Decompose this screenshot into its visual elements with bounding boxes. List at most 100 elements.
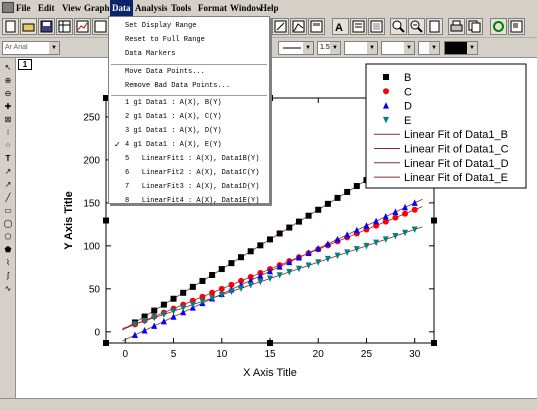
data-menu-item[interactable]: Data Markers <box>109 48 269 60</box>
data-point <box>160 301 167 308</box>
data-menu-item[interactable]: 8 LinearFit4 : A(X), Data1E(Y) <box>109 195 269 207</box>
x-tick-label: 30 <box>409 349 421 360</box>
data-menu-item[interactable]: Reset to Full Range <box>109 34 269 46</box>
data-point <box>363 222 370 229</box>
data-point <box>151 322 158 329</box>
data-point <box>267 236 273 243</box>
x-tick-label: 5 <box>171 349 177 360</box>
data-menu-item[interactable]: Set Display Range <box>109 20 269 32</box>
x-tick-label: 20 <box>313 349 325 360</box>
data-menu-item[interactable]: 5 LinearFit1 : A(X), Data1B(Y) <box>109 153 269 165</box>
data-point <box>209 289 216 296</box>
data-menu-item[interactable]: 3 g1 Data1 : A(X), D(Y) <box>109 125 269 137</box>
selection-handle <box>431 340 437 346</box>
data-menu-item[interactable]: Remove Bad Data Points... <box>109 80 269 92</box>
data-point <box>247 248 254 255</box>
y-tick-label: 200 <box>83 155 100 166</box>
x-axis-title: X Axis Title <box>243 367 297 379</box>
legend-label: B <box>404 72 411 84</box>
data-point <box>170 295 177 302</box>
data-point <box>295 218 302 225</box>
data-point <box>363 242 370 250</box>
data-point <box>334 252 341 260</box>
data-point <box>257 278 264 286</box>
data-menu-item[interactable]: Move Data Points... <box>109 66 269 78</box>
data-point <box>170 308 177 315</box>
data-point <box>344 231 351 238</box>
data-point <box>305 212 312 219</box>
x-tick-label: 0 <box>123 349 129 360</box>
bottom-toolbar <box>0 398 537 410</box>
data-point <box>267 275 273 283</box>
data-point <box>238 285 245 292</box>
data-point <box>353 183 360 190</box>
data-point <box>334 235 341 243</box>
data-point <box>373 239 380 247</box>
data-point <box>247 282 254 289</box>
data-point <box>402 229 409 237</box>
data-point <box>334 194 341 201</box>
data-point <box>373 217 380 225</box>
data-menu-item[interactable]: 6 LinearFit2 : A(X), Data1C(Y) <box>109 167 269 179</box>
legend-label: D <box>404 101 412 113</box>
y-tick-label: 250 <box>83 112 100 123</box>
data-point <box>286 268 293 276</box>
data-point <box>286 224 293 231</box>
selection-handle <box>267 340 273 346</box>
legend-label: Linear Fit of Data1_B <box>404 129 508 141</box>
data-point <box>411 199 418 206</box>
data-menu-dropdown: Set Display Range Reset to Full Range Data… <box>108 16 270 207</box>
y-axis-title: Y Axis Title <box>63 191 75 250</box>
legend-label: Linear Fit of Data1_C <box>404 144 509 156</box>
data-point <box>382 236 389 243</box>
data-point <box>141 326 148 334</box>
data-menu-item[interactable]: 4 g1 Data1 : A(X), E(Y) <box>109 139 269 151</box>
data-point <box>383 88 389 95</box>
data-point <box>218 266 225 273</box>
data-point <box>353 246 360 253</box>
data-point <box>344 188 351 195</box>
data-point <box>383 74 389 80</box>
menu-separator <box>111 95 267 96</box>
data-point <box>189 283 196 290</box>
data-point <box>392 214 399 221</box>
legend-label: Linear Fit of Data1_E <box>404 172 508 184</box>
x-tick-label: 25 <box>361 349 373 360</box>
data-point <box>305 262 312 269</box>
y-tick-label: 100 <box>83 241 100 252</box>
check-icon: ✓ <box>114 140 121 149</box>
data-point <box>382 213 389 220</box>
data-point <box>353 226 360 234</box>
y-tick-label: 50 <box>89 284 101 295</box>
data-point <box>315 259 322 266</box>
data-point <box>180 289 187 296</box>
y-tick-label: 150 <box>83 198 100 209</box>
data-point <box>199 277 206 284</box>
data-point <box>228 260 235 267</box>
data-menu-item[interactable]: 1 g1 Data1 : A(X), B(Y) <box>109 97 269 109</box>
data-point <box>209 272 216 279</box>
data-point <box>324 200 331 207</box>
data-point <box>238 254 245 261</box>
data-point <box>257 242 264 249</box>
selection-handle <box>103 217 109 224</box>
menu-separator <box>111 64 267 65</box>
data-point <box>324 255 331 263</box>
legend-label: E <box>404 115 411 127</box>
data-menu-item[interactable]: 2 g1 Data1 : A(X), C(Y) <box>109 111 269 123</box>
x-tick-label: 10 <box>216 349 228 360</box>
data-menu-item[interactable]: 7 LinearFit3 : A(X), Data1D(Y) <box>109 181 269 193</box>
selection-handle <box>431 217 437 224</box>
data-point <box>160 317 167 325</box>
data-point <box>189 301 196 309</box>
data-point <box>276 230 283 237</box>
data-point <box>411 206 418 213</box>
data-point <box>392 233 399 240</box>
y-tick-label: 0 <box>94 327 100 338</box>
data-point <box>402 210 409 217</box>
data-point <box>131 331 138 339</box>
data-point <box>344 249 351 256</box>
data-point <box>151 307 158 314</box>
data-point <box>392 208 399 215</box>
data-point <box>315 206 322 213</box>
